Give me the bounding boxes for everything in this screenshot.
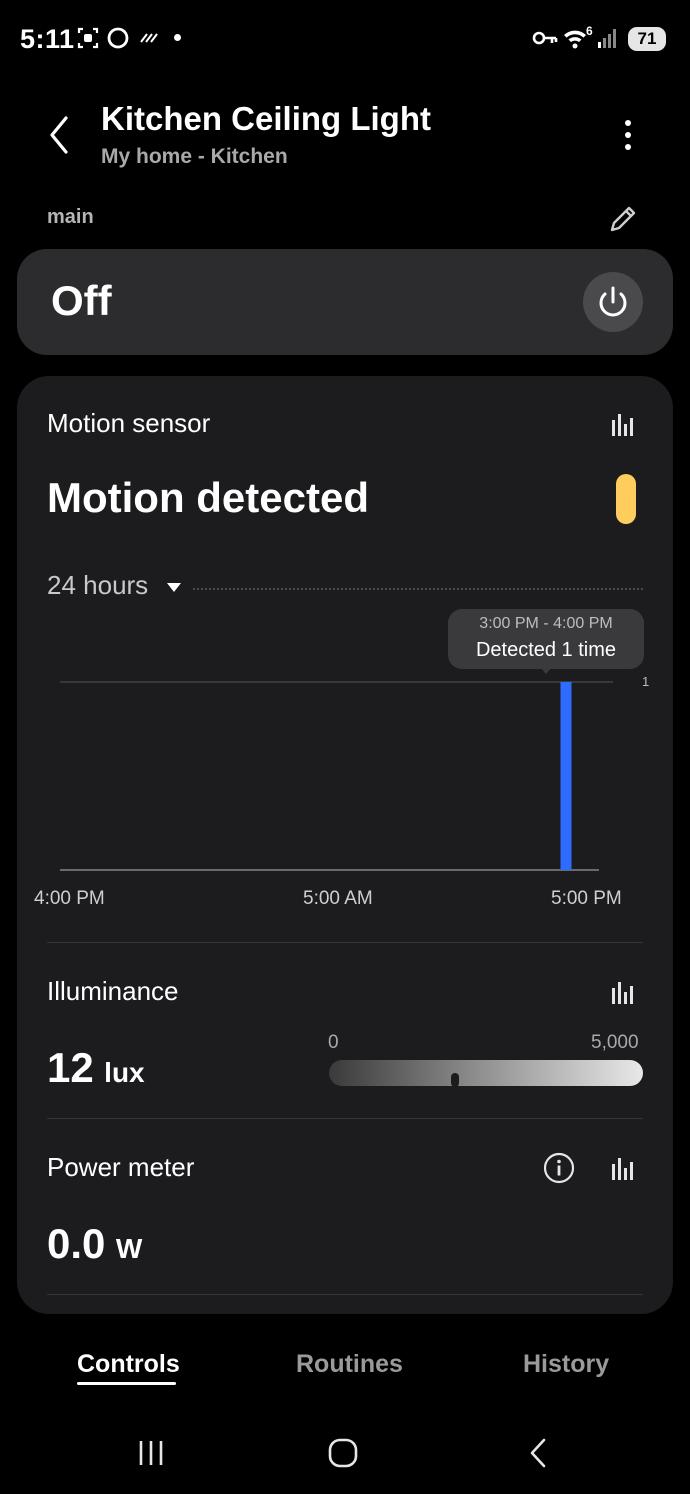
sensors-card: Motion sensor Motion detected 24 hours 1… [17,376,673,1314]
tooltip-detections: Detected 1 time [475,639,617,661]
chart-bars [560,682,572,870]
illuminance-scale-min: 0 [328,1032,339,1053]
power-card: Off [17,249,673,355]
time-range-label: 24 hours [47,570,149,600]
recent-apps-icon [139,1441,163,1465]
chart-y-max-label: 1 [642,674,649,689]
chart-x-label-end: 5:00 PM [551,888,622,909]
active-tab-underline [77,1382,176,1385]
battery-indicator: 71 [628,27,666,51]
pencil-icon [610,206,636,232]
home-button[interactable] [326,1436,360,1470]
stripes-icon [140,33,158,43]
screenshot-icon [77,27,99,49]
section-divider [47,1294,643,1295]
section-divider [47,942,643,943]
chart-x-label-mid: 5:00 AM [303,888,373,909]
illuminance-history-chart-icon[interactable] [610,980,638,1008]
chart-tooltip: 3:00 PM - 4:00 PM Detected 1 time [448,609,644,674]
device-location: My home - Kitchen [101,145,288,168]
motion-status: Motion detected [47,474,369,521]
motion-history-chart-icon[interactable] [610,412,638,440]
more-options-button[interactable] [610,114,646,156]
recent-apps-button[interactable] [134,1436,168,1470]
illuminance-value: 12 [47,1044,94,1091]
tooltip-time-range: 3:00 PM - 4:00 PM [479,615,613,632]
signal-icon [598,29,616,48]
caret-down-icon [167,582,182,592]
illuminance-reading: 12 lux [47,1044,145,1092]
dotted-separator [193,588,643,590]
illuminance-scale-max: 5,000 [591,1032,639,1053]
section-divider [47,1118,643,1119]
time-range-dropdown[interactable]: 24 hours [47,570,182,601]
status-time: 5:11 [20,24,75,54]
motion-sensor-title: Motion sensor [47,408,211,438]
back-arrow-icon [50,116,68,154]
power-meter-unit: W [115,1233,143,1264]
device-title: Kitchen Ceiling Light [101,100,431,137]
system-back-icon [530,1438,546,1468]
component-label: main [47,206,94,228]
edit-button[interactable] [602,198,644,240]
illuminance-title: Illuminance [47,976,179,1006]
power-toggle-button[interactable] [583,272,643,332]
tab-routines[interactable]: Routines [296,1350,403,1379]
chart-bar[interactable] [560,682,572,870]
notification-dot-icon [174,34,181,41]
tooltip-arrow [540,667,552,674]
motion-indicator-pill [616,474,636,524]
tab-controls[interactable]: Controls [77,1350,180,1379]
system-back-button[interactable] [522,1436,556,1470]
power-meter-title: Power meter [47,1152,195,1182]
wifi-label: 6 [586,24,593,38]
power-state: Off [51,277,112,324]
power-meter-reading: 0.0 W [47,1220,142,1268]
power-meter-value: 0.0 [47,1220,106,1267]
illuminance-level-bar [329,1060,643,1087]
status-bar: 5:11 6 71 [0,0,690,80]
motion-chart: 1 [60,674,649,871]
power-meter-info-button[interactable] [543,1152,575,1184]
power-icon [599,286,627,317]
chart-x-label-start: 4:00 PM [34,888,105,909]
circle-app-icon [107,27,129,49]
home-icon [328,1438,358,1468]
vpn-key-icon [532,31,558,45]
back-button[interactable] [40,112,80,158]
power-history-chart-icon[interactable] [610,1156,638,1184]
illuminance-unit: lux [104,1057,145,1088]
illuminance-level-marker [450,1073,459,1087]
tab-history[interactable]: History [523,1350,609,1379]
